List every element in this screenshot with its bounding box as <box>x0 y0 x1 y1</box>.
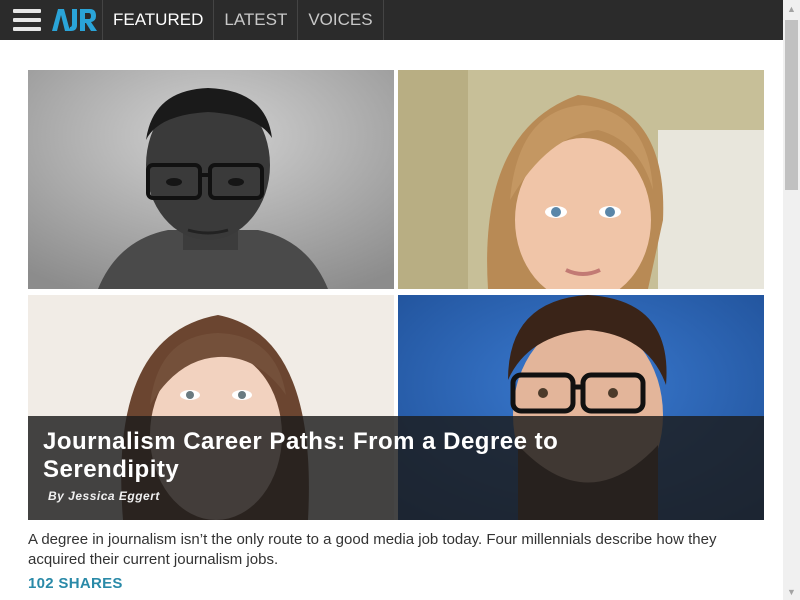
featured-article-hero[interactable]: Journalism Career Paths: From a Degree t… <box>28 70 764 520</box>
scroll-thumb[interactable] <box>785 20 798 190</box>
ajr-logo-icon <box>52 9 97 31</box>
headline-overlay: Journalism Career Paths: From a Degree t… <box>28 416 764 520</box>
share-count[interactable]: 102 SHARES <box>28 575 123 592</box>
article-title[interactable]: Journalism Career Paths: From a Degree t… <box>43 428 663 484</box>
portrait-photo-1 <box>28 70 394 289</box>
top-navigation-bar: FEATURED LATEST VOICES <box>0 0 783 40</box>
hamburger-menu-icon[interactable] <box>0 0 46 40</box>
article-summary: A degree in journalism isn’t the only ro… <box>28 531 717 568</box>
portrait-photo-2 <box>398 70 764 289</box>
nav-featured[interactable]: FEATURED <box>102 0 213 40</box>
nav-voices[interactable]: VOICES <box>297 0 384 40</box>
site-logo[interactable] <box>46 0 102 40</box>
scroll-down-icon[interactable]: ▼ <box>783 583 800 600</box>
main-nav: FEATURED LATEST VOICES <box>102 0 384 40</box>
page-scrollbar[interactable]: ▲ ▼ <box>783 0 800 600</box>
scroll-up-icon[interactable]: ▲ <box>783 0 800 17</box>
nav-latest[interactable]: LATEST <box>213 0 297 40</box>
article-byline: By Jessica Eggert <box>48 489 160 503</box>
